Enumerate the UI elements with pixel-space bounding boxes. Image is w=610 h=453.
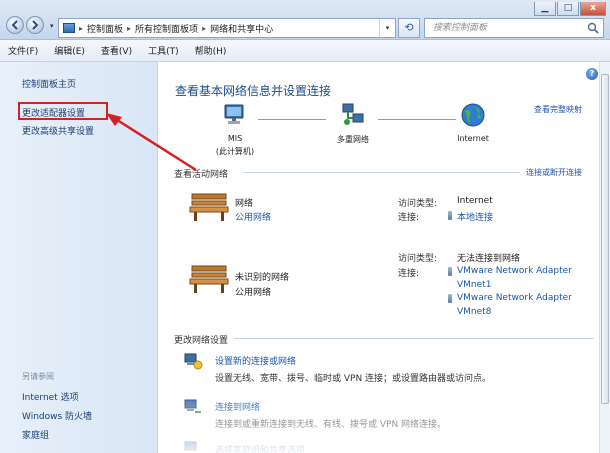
connections-label: 连接:: [398, 213, 420, 223]
network-adapter-icon: [448, 294, 452, 303]
breadcrumb-separator-icon[interactable]: ▸: [127, 24, 131, 33]
view-full-map-link[interactable]: 查看完整映射: [534, 104, 582, 115]
network-type: 公用网络: [235, 288, 272, 298]
task-title-link[interactable]: 连接到网络: [215, 400, 260, 413]
minimize-button[interactable]: ▁: [534, 2, 556, 16]
title-bar: ▁ □ x ▾ ▸ 控制面板 ▸ 所有控制面板项 ▸ 网络和共享中心 ▾ ⟲ 搜…: [0, 0, 610, 40]
forward-arrow-icon[interactable]: [26, 16, 44, 34]
new-connection-icon: [184, 353, 203, 370]
back-arrow-icon[interactable]: [6, 16, 24, 34]
task-description: 设置无线、宽带、拨号、临时或 VPN 连接；或设置路由器或访问点。: [215, 374, 492, 384]
connections-label: 连接:: [398, 269, 420, 279]
highlight-box: [18, 102, 108, 120]
map-node-label: MIS: [227, 134, 243, 143]
access-type-value: 无法连接到网络: [457, 254, 521, 264]
network-adapter-icon: [448, 267, 452, 276]
map-connector-line: [258, 119, 326, 120]
see-also-windows-firewall[interactable]: Windows 防火墙: [22, 409, 92, 422]
connection-link[interactable]: VMnet1: [457, 280, 491, 290]
connection-link[interactable]: VMware Network Adapter: [457, 293, 572, 303]
menu-file[interactable]: 文件(F): [8, 44, 38, 57]
menu-view[interactable]: 查看(V): [101, 44, 132, 57]
section-title-change-settings: 更改网络设置: [174, 336, 229, 346]
see-also-homegroup[interactable]: 家庭组: [22, 428, 49, 441]
address-bar[interactable]: ▸ 控制面板 ▸ 所有控制面板项 ▸ 网络和共享中心 ▾: [58, 18, 396, 38]
page-title: 查看基本网络信息并设置连接: [175, 84, 332, 98]
access-type-value: Internet: [457, 196, 493, 206]
bench-icon: [189, 265, 229, 293]
menu-edit[interactable]: 编辑(E): [54, 44, 85, 57]
close-button[interactable]: x: [580, 2, 606, 16]
connection-link[interactable]: VMware Network Adapter: [457, 266, 572, 276]
network-name: 网络: [235, 199, 254, 209]
help-icon[interactable]: ?: [586, 68, 598, 80]
chevron-down-icon[interactable]: ▾: [50, 22, 54, 30]
breadcrumb-item[interactable]: 所有控制面板项: [135, 22, 198, 35]
search-placeholder: 搜索控制面板: [433, 23, 488, 33]
globe-icon: [461, 103, 485, 127]
network-name: 未识别的网络: [235, 273, 290, 283]
divider: [244, 172, 520, 173]
access-type-label: 访问类型:: [398, 254, 438, 264]
annotation-arrow-icon: [106, 113, 197, 172]
network-type-link[interactable]: 公用网络: [235, 210, 271, 223]
menu-tools[interactable]: 工具(T): [148, 44, 179, 57]
breadcrumb-item[interactable]: 网络和共享中心: [210, 22, 273, 35]
multiple-networks-icon: [342, 103, 364, 125]
maximize-button[interactable]: □: [557, 2, 579, 16]
connect-network-icon: [184, 399, 201, 413]
sidebar-item-advanced-sharing[interactable]: 更改高级共享设置: [22, 124, 94, 137]
connect-disconnect-link[interactable]: 连接或断开连接: [526, 167, 582, 178]
menu-help[interactable]: 帮助(H): [195, 44, 227, 57]
sidebar-item-home[interactable]: 控制面板主页: [22, 77, 76, 90]
see-also-title: 另请参阅: [22, 372, 54, 381]
network-adapter-icon: [448, 211, 452, 220]
search-icon[interactable]: [587, 22, 599, 34]
task-description: 连接到或重新连接到无线、有线、拨号或 VPN 网络连接。: [215, 420, 447, 430]
map-connector-line: [378, 119, 456, 120]
connection-link[interactable]: 本地连接: [457, 210, 493, 223]
map-node-sublabel: (此计算机): [215, 147, 255, 156]
access-type-label: 访问类型:: [398, 199, 438, 209]
scrollbar[interactable]: [599, 62, 610, 453]
bench-icon: [189, 193, 229, 221]
computer-icon: [224, 104, 244, 124]
search-input[interactable]: 搜索控制面板: [424, 18, 604, 38]
task-title-link[interactable]: 设置新的连接或网络: [215, 354, 296, 367]
refresh-icon[interactable]: ⟲: [398, 18, 420, 38]
divider: [234, 338, 594, 339]
breadcrumb-separator-icon[interactable]: ▸: [79, 24, 83, 33]
control-panel-icon: [63, 23, 75, 33]
see-also-internet-options[interactable]: Internet 选项: [22, 390, 79, 403]
address-dropdown-icon[interactable]: ▾: [379, 19, 395, 37]
map-node-label: Internet: [457, 134, 489, 143]
menu-bar: 文件(F) 编辑(E) 查看(V) 工具(T) 帮助(H): [0, 40, 610, 62]
task-title-link[interactable]: 选择家庭组和共享选项: [215, 443, 305, 453]
homegroup-icon: [184, 441, 197, 451]
connection-link[interactable]: VMnet8: [457, 307, 491, 317]
scrollbar-thumb[interactable]: [601, 74, 609, 404]
breadcrumb-item[interactable]: 控制面板: [87, 22, 123, 35]
breadcrumb-separator-icon[interactable]: ▸: [202, 24, 206, 33]
map-node-label: 多重网络: [337, 135, 369, 144]
